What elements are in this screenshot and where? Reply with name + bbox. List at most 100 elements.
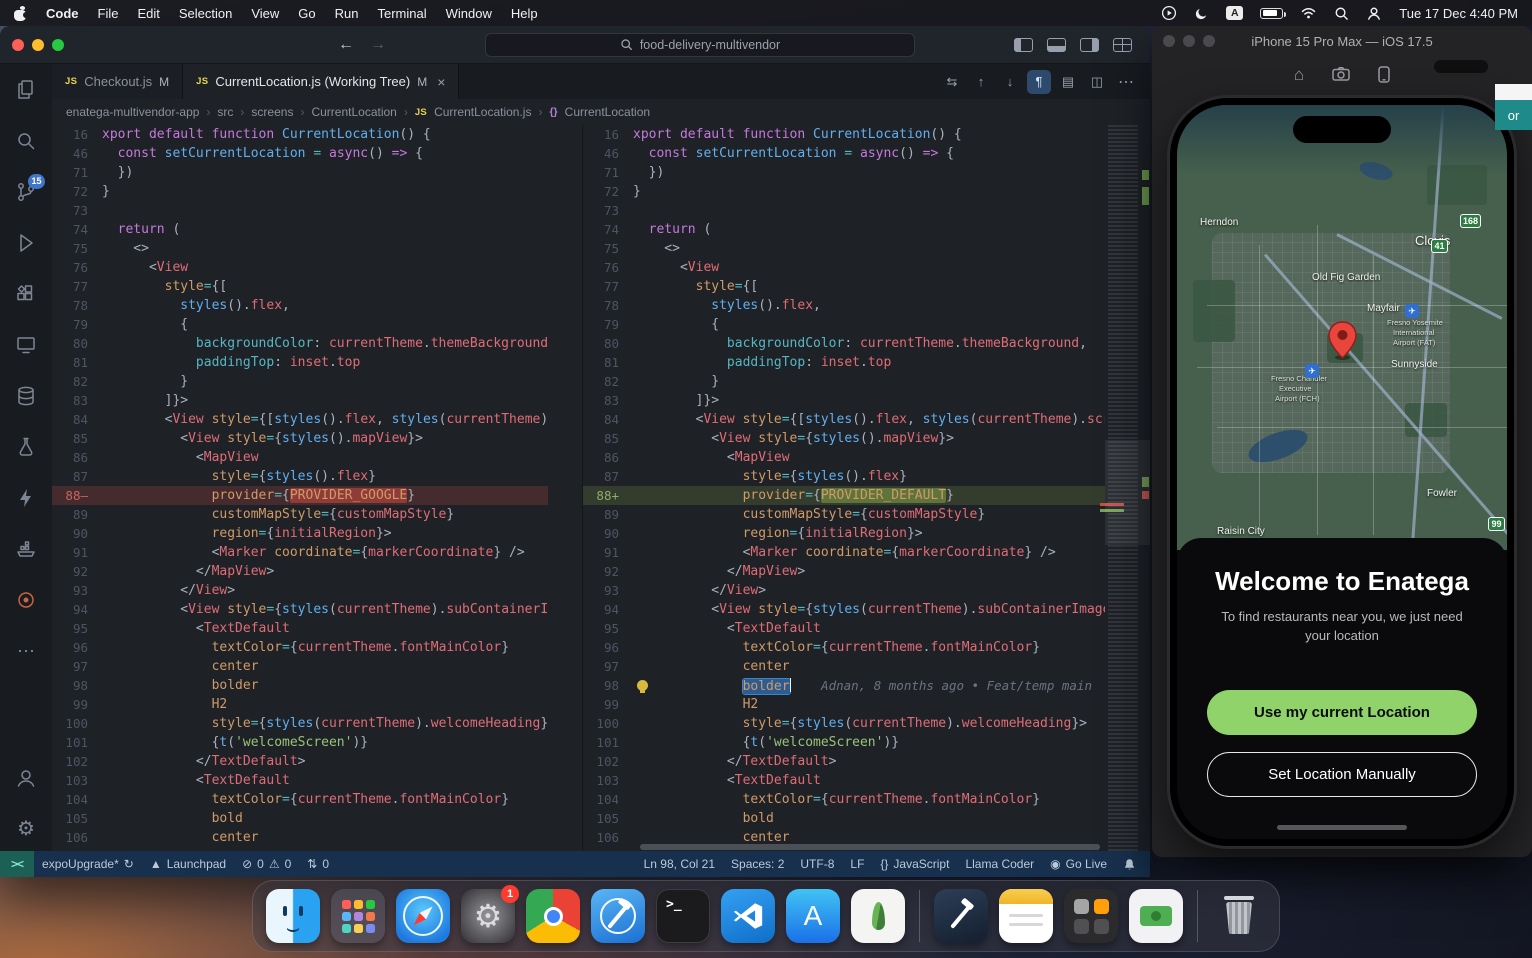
code-line-104[interactable]: 104 textColor={currentTheme.fontMainColo… (52, 790, 548, 809)
customize-layout-icon[interactable] (1113, 37, 1132, 52)
menu-item-file[interactable]: File (98, 6, 119, 21)
indentation-item[interactable]: Spaces: 2 (723, 857, 792, 871)
code-line-87[interactable]: 87 style={styles().flex} (52, 467, 548, 486)
dock-wallet-icon[interactable] (1129, 889, 1183, 943)
dock-settings-icon[interactable]: ⚙ 1 (461, 885, 519, 943)
code-line-102[interactable]: 102 </TextDefault> (583, 752, 1105, 771)
input-source-icon[interactable]: A (1226, 6, 1244, 20)
search-sidebar-icon[interactable] (14, 129, 38, 153)
dock-vscode-icon[interactable] (721, 889, 775, 943)
breadcrumb[interactable]: enatega-multivendor-app › src › screens › Curr… (52, 99, 1150, 125)
menu-item-edit[interactable]: Edit (137, 6, 159, 21)
code-line-90[interactable]: 90 region={initialRegion}> (52, 524, 548, 543)
code-line-73[interactable]: 73 (52, 201, 548, 220)
map-view[interactable]: HerndonClovisOld Fig GardenMayfairFresno… (1177, 105, 1507, 550)
code-line-80[interactable]: 80 backgroundColor: currentTheme.themeBa… (583, 334, 1105, 353)
menubar-clock[interactable]: Tue 17 Dec 4:40 PM (1399, 6, 1518, 21)
code-line-90[interactable]: 90 region={initialRegion}> (583, 524, 1105, 543)
set-location-manually-button[interactable]: Set Location Manually (1207, 752, 1477, 797)
run-debug-icon[interactable] (14, 231, 38, 255)
spotlight-search-icon[interactable] (1334, 6, 1349, 21)
docker-icon[interactable] (14, 537, 38, 561)
code-line-103[interactable]: 103 <TextDefault (583, 771, 1105, 790)
battery-icon[interactable] (1260, 7, 1287, 19)
code-line-86[interactable]: 86 <MapView (583, 448, 1105, 467)
dock-launchpad-icon[interactable] (331, 889, 385, 943)
code-line-71[interactable]: 71 }) (52, 163, 548, 182)
llama-coder-item[interactable]: Llama Coder (957, 857, 1042, 871)
code-line-81[interactable]: 81 paddingTop: inset.top (583, 353, 1105, 372)
cursor-position-item[interactable]: Ln 98, Col 21 (636, 857, 723, 871)
apple-menu-icon[interactable] (14, 4, 29, 21)
code-line-95[interactable]: 95 <TextDefault (583, 619, 1105, 638)
code-line-91[interactable]: 91 <Marker coordinate={markerCoordinate}… (583, 543, 1105, 562)
code-line-100[interactable]: 100 style={styles(currentTheme).welcomeH… (583, 714, 1105, 733)
breadcrumb-item[interactable]: CurrentLocation.js (434, 105, 531, 119)
dock-trash-icon[interactable] (1212, 889, 1266, 943)
code-line-75[interactable]: 75 <> (583, 239, 1105, 258)
code-line-101[interactable]: 101 {t('welcomeScreen')} (583, 733, 1105, 752)
wifi-icon[interactable] (1300, 6, 1317, 20)
code-line-78[interactable]: 78 styles().flex, (52, 296, 548, 315)
dock-finder-icon[interactable]: ⌣ (266, 889, 320, 943)
dock-notes-icon[interactable] (999, 889, 1053, 943)
code-line-102[interactable]: 102 </TextDefault> (52, 752, 548, 771)
code-line-103[interactable]: 103 <TextDefault (52, 771, 548, 790)
previous-change-icon[interactable]: ↑ (969, 70, 993, 94)
problems-item[interactable]: ⊘ 0 ⚠ 0 (234, 851, 299, 877)
code-line-100[interactable]: 100 style={styles(currentTheme).welcomeH… (52, 714, 548, 733)
code-line-82[interactable]: 82 } (52, 372, 548, 391)
code-line-89[interactable]: 89 customMapStyle={customMapStyle} (583, 505, 1105, 524)
code-line-105[interactable]: 105 bold (52, 809, 548, 828)
testing-icon[interactable] (14, 435, 38, 459)
zoom-window-button[interactable] (52, 38, 64, 51)
code-line-94[interactable]: 94 <View style={styles(currentTheme).sub… (583, 600, 1105, 619)
git-branch-item[interactable]: expoUpgrade* ↻ (34, 851, 142, 877)
code-line-46[interactable]: 46 const setCurrentLocation = async() =>… (583, 144, 1105, 163)
launchpad-item[interactable]: ▲ Launchpad (142, 851, 234, 877)
dock-mongodb-icon[interactable] (851, 889, 905, 943)
code-line-88[interactable]: 88+ provider={PROVIDER_DEFAULT} (583, 486, 1105, 505)
breadcrumb-item[interactable]: src (217, 105, 233, 119)
breadcrumb-item[interactable]: enatega-multivendor-app (66, 105, 199, 119)
code-line-89[interactable]: 89 customMapStyle={customMapStyle} (52, 505, 548, 524)
code-line-99[interactable]: 99 H2 (52, 695, 548, 714)
simulator-rotate-icon[interactable] (1378, 65, 1390, 83)
code-line-79[interactable]: 79 { (583, 315, 1105, 334)
dock-chrome-icon[interactable] (526, 889, 580, 943)
code-line-93[interactable]: 93 </View> (583, 581, 1105, 600)
split-editor-icon[interactable]: ◫ (1085, 70, 1109, 94)
code-line-91[interactable]: 91 <Marker coordinate={markerCoordinate}… (52, 543, 548, 562)
notifications-bell-icon[interactable] (1115, 858, 1144, 871)
code-line-76[interactable]: 76 <View (52, 258, 548, 277)
toggle-sidebar-icon[interactable] (1014, 37, 1033, 52)
code-line-104[interactable]: 104 textColor={currentTheme.fontMainColo… (583, 790, 1105, 809)
editor-tab[interactable]: JS Checkout.js M (52, 64, 184, 99)
code-line-78[interactable]: 78 styles().flex, (583, 296, 1105, 315)
code-line-75[interactable]: 75 <> (52, 239, 548, 258)
code-line-16[interactable]: 16 xport default function CurrentLocation… (583, 125, 1105, 144)
code-line-73[interactable]: 73 (583, 201, 1105, 220)
code-line-79[interactable]: 79 { (52, 315, 548, 334)
menu-item-go[interactable]: Go (298, 6, 315, 21)
code-line-105[interactable]: 105 bold (583, 809, 1105, 828)
eol-item[interactable]: LF (842, 857, 872, 871)
code-line-77[interactable]: 77 style={[ (52, 277, 548, 296)
menu-item-help[interactable]: Help (511, 6, 538, 21)
more-actions-icon[interactable]: ⋯ (1114, 70, 1138, 94)
minimap-viewport[interactable] (1105, 440, 1150, 545)
toggle-secondary-sidebar-icon[interactable] (1080, 37, 1099, 52)
focus-moon-icon[interactable] (1194, 6, 1209, 21)
code-line-88[interactable]: 88— provider={PROVIDER_GOOGLE} (52, 486, 548, 505)
dock-safari-icon[interactable] (396, 889, 450, 943)
code-line-106[interactable]: 106 center (52, 828, 548, 847)
menu-item-selection[interactable]: Selection (179, 6, 232, 21)
code-line-93[interactable]: 93 </View> (52, 581, 548, 600)
code-line-97[interactable]: 97 center (52, 657, 548, 676)
navigate-forward-icon[interactable]: → (370, 36, 386, 54)
source-control-icon[interactable]: 15 (14, 174, 45, 204)
diff-modified-pane[interactable]: 16 xport default function CurrentLocation… (583, 125, 1150, 851)
diff-original-pane[interactable]: 16 xport default function CurrentLocation… (52, 125, 583, 851)
code-line-72[interactable]: 72} (583, 182, 1105, 201)
editor-tab[interactable]: JS CurrentLocation.js (Working Tree) M × (183, 64, 460, 99)
